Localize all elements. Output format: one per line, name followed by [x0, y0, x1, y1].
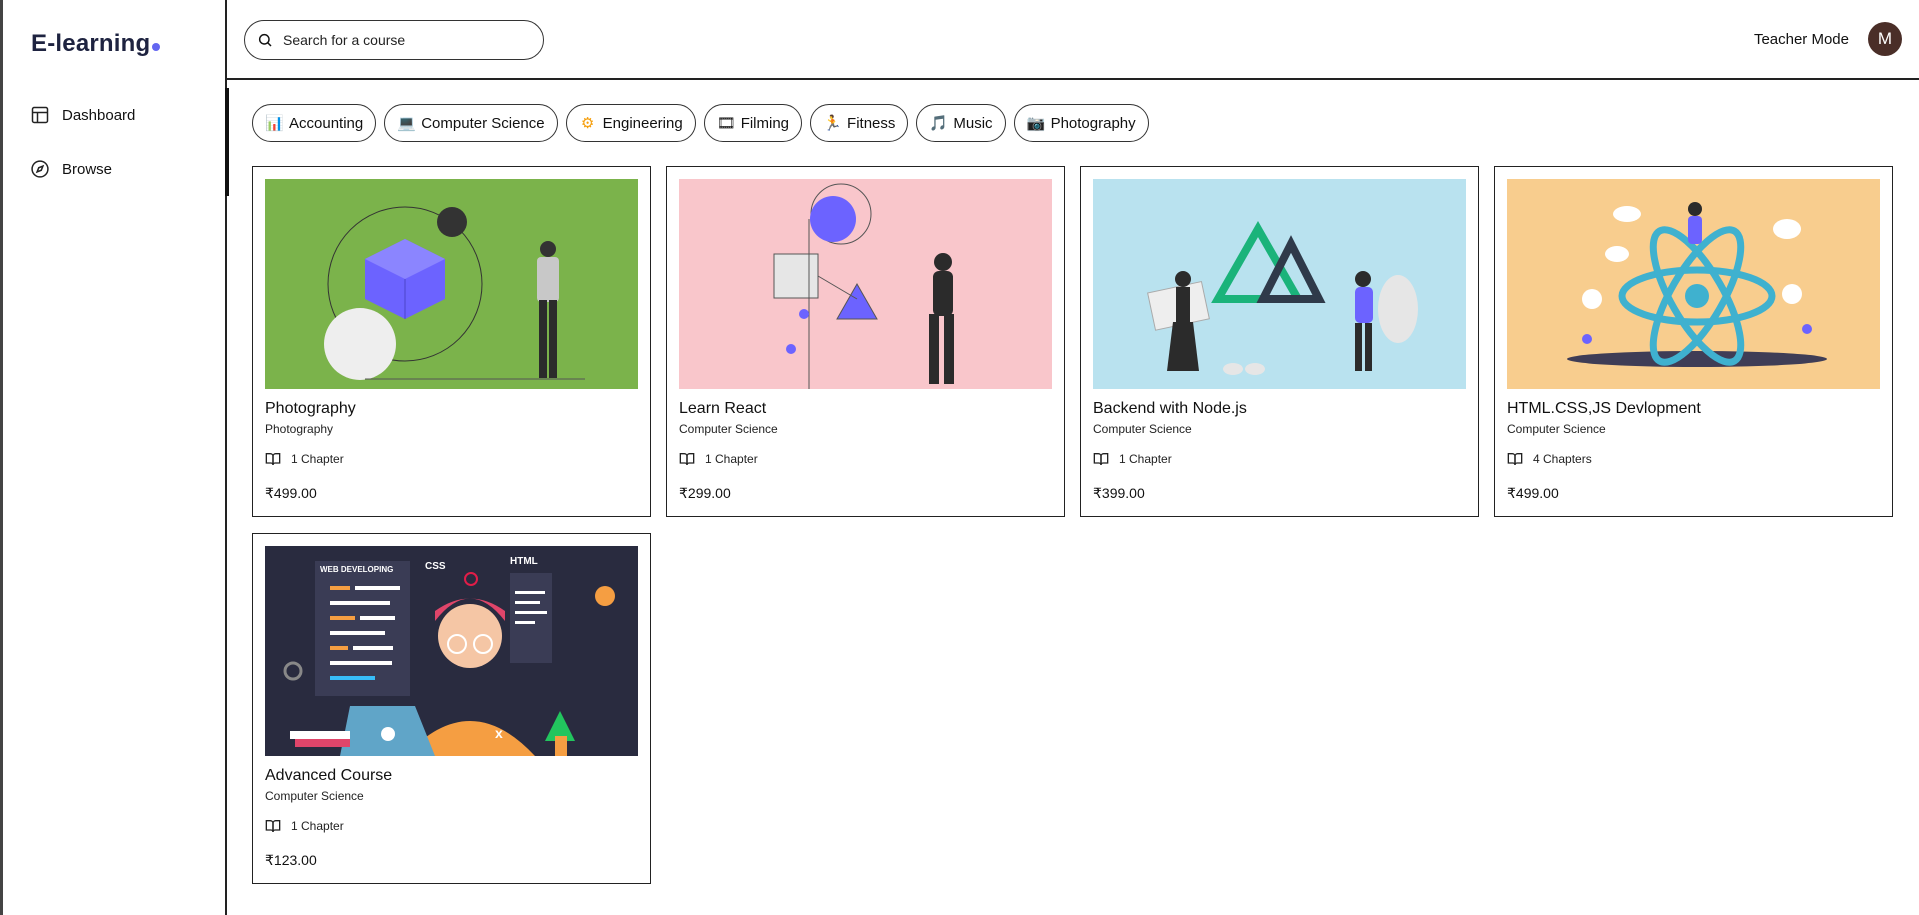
music-note-icon: 🎵 [929, 115, 949, 132]
category-fitness[interactable]: 🏃 Fitness [810, 104, 909, 142]
course-thumbnail [1507, 179, 1880, 389]
sidebar-item-label: Browse [62, 160, 113, 178]
search-input[interactable] [283, 32, 523, 48]
course-card-learn-react[interactable]: Learn React Computer Science 1 Chapter ₹… [666, 166, 1065, 517]
thumbnail-label-html: HTML [510, 556, 538, 567]
category-accounting[interactable]: 📊 Accounting [252, 104, 377, 142]
course-thumbnail [679, 179, 1052, 389]
course-category: Computer Science [1507, 422, 1606, 436]
course-thumbnail [1093, 179, 1466, 389]
sidebar-item-browse[interactable]: Browse [3, 142, 227, 196]
course-card-photography[interactable]: Photography Photography 1 Chapter ₹499.0… [252, 166, 651, 517]
course-card-html-css-js[interactable]: HTML.CSS,JS Devlopment Computer Science … [1494, 166, 1893, 517]
book-icon [265, 820, 281, 833]
course-price: ₹499.00 [265, 485, 317, 501]
logo-text: E-learning [31, 30, 151, 57]
chapter-count: 1 Chapter [291, 819, 344, 833]
course-category: Computer Science [679, 422, 778, 436]
book-icon [679, 453, 695, 466]
sidebar-item-dashboard[interactable]: Dashboard [3, 88, 227, 142]
logo-dot [152, 43, 161, 51]
logo[interactable]: E-learning [31, 30, 161, 58]
course-category: Computer Science [1093, 422, 1192, 436]
book-icon [265, 453, 281, 466]
thumbnail-label-css: CSS [425, 561, 446, 572]
course-price: ₹499.00 [1507, 485, 1559, 501]
camera-icon: 📷 [1026, 115, 1046, 132]
chart-icon: 📊 [265, 115, 284, 132]
search-box[interactable] [244, 20, 544, 60]
category-label: Accounting [289, 114, 364, 132]
course-price: ₹123.00 [265, 852, 317, 868]
top-header: Teacher Mode M [227, 0, 1919, 80]
runner-icon: 🏃 [823, 115, 842, 132]
category-label: Computer Science [421, 114, 545, 132]
course-chapters: 4 Chapters [1507, 451, 1592, 467]
course-title: HTML.CSS,JS Devlopment [1507, 400, 1701, 417]
gear-icon: ⚙ [580, 115, 595, 132]
chapter-count: 1 Chapter [291, 452, 344, 466]
layout-icon [31, 106, 49, 124]
course-chapters: 1 Chapter [1093, 451, 1172, 467]
category-label: Music [953, 114, 993, 132]
course-title: Backend with Node.js [1093, 400, 1247, 417]
category-label: Photography [1050, 114, 1136, 132]
category-music[interactable]: 🎵 Music [916, 104, 1006, 142]
course-card-advanced-course[interactable]: WEB DEVELOPING CSS HTML x Advanced Cours… [252, 533, 651, 884]
category-label: Fitness [847, 114, 896, 132]
chapter-count: 1 Chapter [1119, 452, 1172, 466]
chapter-count: 1 Chapter [705, 452, 758, 466]
category-label: Filming [740, 114, 790, 132]
book-icon [1093, 453, 1109, 466]
course-chapters: 1 Chapter [679, 451, 758, 467]
category-photography[interactable]: 📷 Photography [1013, 104, 1149, 142]
course-category: Computer Science [265, 789, 364, 803]
avatar[interactable]: M [1868, 22, 1902, 56]
course-category: Photography [265, 422, 334, 436]
course-title: Photography [265, 400, 356, 417]
course-chapters: 1 Chapter [265, 451, 344, 467]
active-indicator [225, 88, 229, 196]
search-icon [258, 33, 272, 47]
course-price: ₹299.00 [679, 485, 731, 501]
svg-text:x: x [495, 725, 503, 741]
book-icon [1507, 453, 1523, 466]
thumbnail-label-web-developing: WEB DEVELOPING [320, 565, 393, 574]
course-thumbnail: WEB DEVELOPING CSS HTML x [265, 546, 638, 756]
course-card-backend-node[interactable]: Backend with Node.js Computer Science 1 … [1080, 166, 1479, 517]
category-filming[interactable]: 🎞 Filming [703, 104, 803, 142]
course-title: Learn React [679, 400, 767, 417]
laptop-icon: 💻 [397, 115, 416, 132]
film-icon: 🎞 [716, 115, 736, 132]
course-price: ₹399.00 [1093, 485, 1145, 501]
sidebar-item-label: Dashboard [62, 106, 136, 124]
compass-icon [31, 160, 49, 178]
teacher-mode-button[interactable]: Teacher Mode [1754, 31, 1849, 48]
chapter-count: 4 Chapters [1533, 452, 1592, 466]
category-computer-science[interactable]: 💻 Computer Science [384, 104, 558, 142]
category-filter: 📊 Accounting 💻 Computer Science ⚙ Engineeri… [252, 104, 1149, 142]
category-label: Engineering [602, 114, 683, 132]
category-engineering[interactable]: ⚙ Engineering [565, 104, 696, 142]
course-chapters: 1 Chapter [265, 818, 344, 834]
course-title: Advanced Course [265, 767, 393, 784]
course-thumbnail [265, 179, 638, 389]
sidebar: E-learning Dashboard Browse [0, 0, 229, 915]
